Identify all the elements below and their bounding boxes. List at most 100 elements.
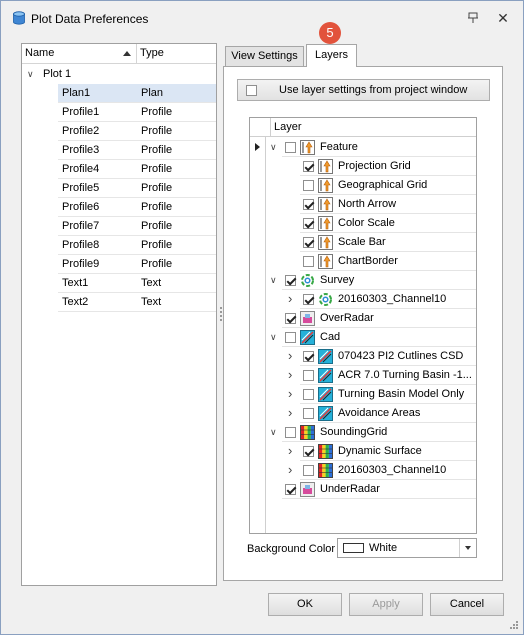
sort-ascending-icon — [123, 51, 131, 56]
dialog-window: Plot Data Preferences ✕ Name Type ∨ Plot… — [0, 0, 524, 635]
tree-row[interactable]: Profile5 Profile — [58, 179, 216, 198]
pin-icon[interactable] — [467, 12, 479, 24]
layer-visibility-checkbox[interactable] — [303, 161, 314, 172]
layer-row[interactable]: › Dynamic Surface — [266, 442, 476, 461]
layer-visibility-checkbox[interactable] — [303, 218, 314, 229]
layer-row[interactable]: ChartBorder — [266, 252, 476, 271]
layer-visibility-checkbox[interactable] — [303, 256, 314, 267]
chevron-right-icon[interactable]: › — [288, 442, 292, 460]
layer-row[interactable]: North Arrow — [266, 195, 476, 214]
tree-row-type: Profile — [141, 106, 173, 118]
sounding-grid-icon — [318, 463, 333, 478]
use-project-layer-settings-label: Use layer settings from project window — [279, 84, 468, 96]
layer-visibility-checkbox[interactable] — [303, 389, 314, 400]
column-header-type[interactable]: Type — [137, 44, 216, 64]
layer-visibility-checkbox[interactable] — [285, 142, 296, 153]
layer-row[interactable]: › ACR 7.0 Turning Basin -1... — [266, 366, 476, 385]
layer-visibility-checkbox[interactable] — [303, 180, 314, 191]
feature-icon — [318, 197, 333, 212]
chevron-down-icon[interactable]: ∨ — [270, 423, 277, 441]
layer-visibility-checkbox[interactable] — [303, 294, 314, 305]
layer-visibility-checkbox[interactable] — [303, 237, 314, 248]
background-color-select[interactable]: White — [337, 538, 477, 558]
use-project-layer-settings-toggle[interactable]: Use layer settings from project window — [237, 79, 490, 101]
title-bar[interactable]: Plot Data Preferences ✕ — [1, 1, 523, 35]
chevron-right-icon[interactable]: › — [288, 290, 292, 308]
layer-row[interactable]: › 070423 PI2 Cutlines CSD — [266, 347, 476, 366]
layer-row[interactable]: Scale Bar — [266, 233, 476, 252]
layer-visibility-checkbox[interactable] — [285, 275, 296, 286]
tree-row-type: Profile — [141, 239, 173, 251]
tree-row-type: Text — [141, 296, 162, 308]
layer-row[interactable]: ∨ Feature — [266, 138, 476, 157]
resize-grip-icon[interactable] — [509, 620, 519, 630]
layer-visibility-checkbox[interactable] — [303, 199, 314, 210]
layer-row[interactable]: ∨ SoundingGrid — [266, 423, 476, 442]
layer-row[interactable]: UnderRadar — [266, 480, 476, 499]
layer-row[interactable]: Color Scale — [266, 214, 476, 233]
chevron-right-icon[interactable]: › — [288, 347, 292, 365]
layer-row[interactable]: OverRadar — [266, 309, 476, 328]
tree-row[interactable]: Profile9 Profile — [58, 255, 216, 274]
tree-row[interactable]: Text2 Text — [58, 293, 216, 312]
tab-view-settings[interactable]: View Settings — [225, 46, 304, 66]
layer-row[interactable]: Geographical Grid — [266, 176, 476, 195]
tree-row[interactable]: Profile4 Profile — [58, 160, 216, 179]
sounding-grid-icon — [300, 425, 315, 440]
tree-row[interactable]: Profile2 Profile — [58, 122, 216, 141]
layer-visibility-checkbox[interactable] — [285, 332, 296, 343]
layer-row[interactable]: ∨ Cad — [266, 328, 476, 347]
layer-row[interactable]: › Avoidance Areas — [266, 404, 476, 423]
chevron-down-icon[interactable]: ∨ — [27, 65, 34, 84]
chevron-right-icon[interactable]: › — [288, 385, 292, 403]
tree-row[interactable]: Text1 Text — [58, 274, 216, 293]
tab-layers[interactable]: Layers — [306, 44, 357, 67]
layer-name: ACR 7.0 Turning Basin -1... — [338, 369, 472, 381]
chevron-right-icon[interactable]: › — [288, 461, 292, 479]
layer-name: ChartBorder — [338, 255, 398, 267]
step-badge: 5 — [319, 22, 341, 44]
layer-visibility-checkbox[interactable] — [303, 465, 314, 476]
layer-row[interactable]: › 20160303_Channel10 — [266, 461, 476, 480]
tree-row-type: Plan — [141, 87, 164, 99]
layer-visibility-checkbox[interactable] — [303, 370, 314, 381]
feature-icon — [318, 216, 333, 231]
chevron-down-icon[interactable]: ∨ — [270, 138, 277, 156]
tree-row-type: Profile — [141, 201, 173, 213]
ok-button[interactable]: OK — [268, 593, 342, 616]
tree-row-name: Profile8 — [62, 239, 100, 251]
cancel-button[interactable]: Cancel — [430, 593, 504, 616]
tree-row-type: Text — [141, 277, 162, 289]
chevron-down-icon[interactable]: ∨ — [270, 271, 277, 289]
layer-visibility-checkbox[interactable] — [303, 351, 314, 362]
cad-icon — [318, 406, 333, 421]
layer-visibility-checkbox[interactable] — [303, 446, 314, 457]
layer-visibility-checkbox[interactable] — [303, 408, 314, 419]
chevron-right-icon[interactable]: › — [288, 404, 292, 422]
tree-row[interactable]: Profile7 Profile — [58, 217, 216, 236]
tree-row[interactable]: Plan1 Plan — [58, 84, 216, 103]
close-icon[interactable]: ✕ — [494, 9, 512, 27]
layer-row[interactable]: ∨ Survey — [266, 271, 476, 290]
tree-root-plot[interactable]: ∨ Plot 1 — [22, 65, 216, 84]
layer-name: Projection Grid — [338, 160, 411, 172]
layer-row[interactable]: › Turning Basin Model Only — [266, 385, 476, 404]
tree-row[interactable]: Profile3 Profile — [58, 141, 216, 160]
layer-row[interactable]: › 20160303_Channel10 — [266, 290, 476, 309]
use-project-layer-settings-checkbox[interactable] — [246, 85, 257, 96]
tree-row[interactable]: Profile1 Profile — [58, 103, 216, 122]
layer-visibility-checkbox[interactable] — [285, 313, 296, 324]
layer-row[interactable]: Projection Grid — [266, 157, 476, 176]
chevron-down-icon[interactable] — [459, 539, 476, 557]
layer-visibility-checkbox[interactable] — [285, 484, 296, 495]
chevron-right-icon[interactable]: › — [288, 366, 292, 384]
layer-grid[interactable]: Layer ∨ Feature Projection Grid Geographica… — [249, 117, 477, 534]
chevron-down-icon[interactable]: ∨ — [270, 328, 277, 346]
apply-button[interactable]: Apply — [349, 593, 423, 616]
column-header-name[interactable]: Name — [22, 44, 137, 64]
tree-row[interactable]: Profile6 Profile — [58, 198, 216, 217]
plot-tree[interactable]: Name Type ∨ Plot 1 Plan1 Plan Profile1 Prof… — [21, 43, 217, 586]
tree-row[interactable]: Profile8 Profile — [58, 236, 216, 255]
layer-visibility-checkbox[interactable] — [285, 427, 296, 438]
cad-icon — [300, 330, 315, 345]
